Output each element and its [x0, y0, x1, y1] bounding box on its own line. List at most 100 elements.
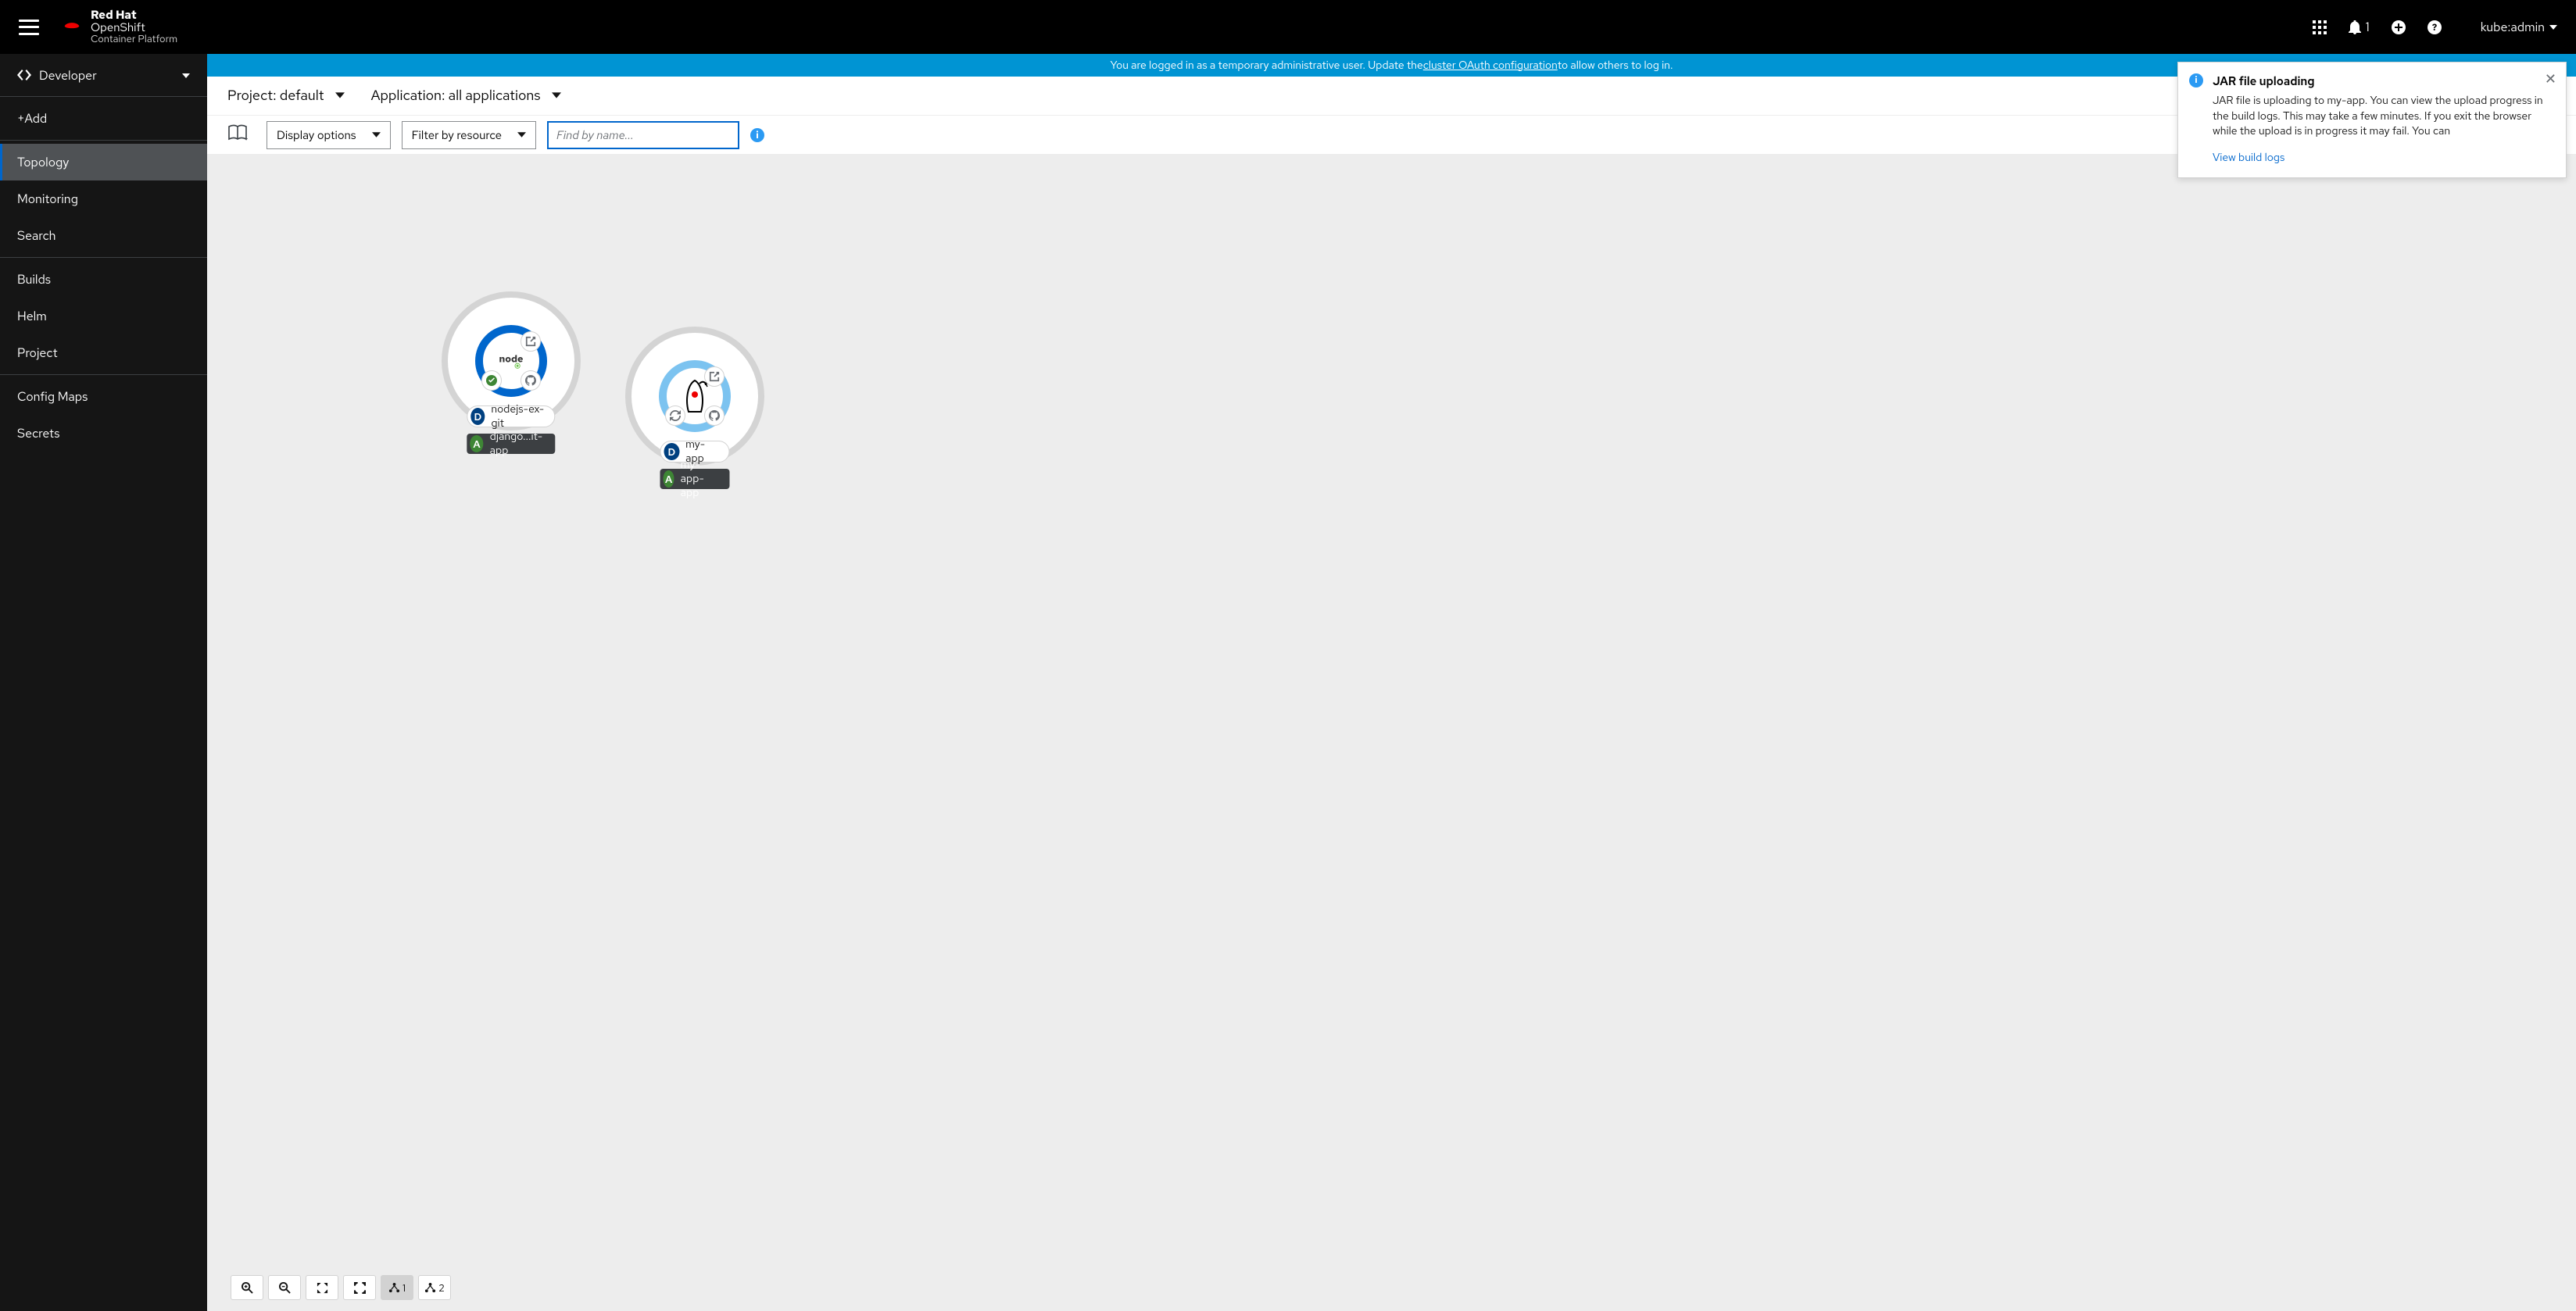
svg-text:?: ?	[2431, 21, 2437, 34]
application-badge: A	[664, 470, 674, 488]
node-a-name: nodejs-ex-git	[485, 402, 554, 430]
help-button[interactable]: ?	[2428, 20, 2442, 34]
plus-circle-icon	[2392, 20, 2406, 34]
deployment-badge: D	[470, 408, 485, 425]
add-button[interactable]	[2392, 20, 2406, 34]
info-icon: i	[2189, 73, 2203, 88]
layout-2-button[interactable]: 2	[418, 1275, 451, 1300]
caret-down-icon	[517, 127, 526, 143]
nav-builds[interactable]: Builds	[0, 261, 207, 298]
layout-2-label: 2	[438, 1281, 445, 1295]
notifications-button[interactable]: 1	[2349, 19, 2370, 35]
expand-arrows-icon	[317, 1282, 328, 1294]
group-a-app: django...it-app	[484, 430, 556, 458]
zoom-in-button[interactable]	[231, 1275, 263, 1300]
brand: Red Hat OpenShift Container Platform	[61, 9, 177, 45]
group-b-app-pill[interactable]: A my-app-app	[660, 469, 730, 489]
layout-1-button[interactable]: 1	[381, 1275, 413, 1300]
application-group-b[interactable]: D my-app A my-app-app	[625, 327, 764, 466]
banner-link[interactable]: cluster OAuth configuration	[1423, 59, 1558, 73]
sidebar-nav: +Add Topology Monitoring Search Builds H…	[0, 97, 207, 452]
nav-helm[interactable]: Helm	[0, 298, 207, 334]
nav-project[interactable]: Project	[0, 334, 207, 371]
topology-layout-icon	[424, 1282, 436, 1294]
nav-secrets[interactable]: Secrets	[0, 415, 207, 452]
username: kube:admin	[2481, 19, 2545, 35]
sidebar: Developer +Add Topology Monitoring Searc…	[0, 54, 207, 1311]
application-label: Application: all applications	[371, 87, 541, 105]
svg-text:+: +	[244, 134, 248, 142]
banner-pre: You are logged in as a temporary adminis…	[1111, 59, 1423, 73]
corners-icon	[354, 1282, 366, 1294]
app-launcher-button[interactable]	[2313, 20, 2327, 34]
external-link-icon	[525, 336, 536, 347]
build-status-decorator[interactable]	[665, 405, 685, 426]
node-b[interactable]	[659, 360, 731, 432]
nodejs-logo-icon: node	[492, 348, 531, 373]
github-icon	[525, 375, 536, 386]
toast-body: JAR file is uploading to my-app. You can…	[2213, 94, 2553, 140]
open-url-decorator[interactable]	[704, 366, 724, 387]
group-a-app-pill[interactable]: A django...it-app	[467, 434, 555, 454]
caret-down-icon	[335, 87, 345, 105]
zoom-in-icon	[242, 1282, 253, 1294]
display-options-label: Display options	[277, 127, 356, 143]
topology-canvas[interactable]: node D nodejs-ex-git A django...it-app	[207, 155, 2576, 1311]
zoom-out-icon	[279, 1282, 291, 1294]
external-link-icon	[709, 371, 720, 382]
toast-close-button[interactable]: ✕	[2545, 70, 2556, 88]
caret-down-icon	[182, 67, 190, 84]
group-b-app: my-app-app	[674, 458, 730, 500]
open-book-icon: +	[227, 123, 248, 142]
build-status-decorator[interactable]	[481, 370, 502, 391]
nav-monitoring[interactable]: Monitoring	[0, 180, 207, 217]
caret-down-icon	[552, 87, 561, 105]
svg-text:node: node	[499, 352, 524, 365]
nav-search[interactable]: Search	[0, 217, 207, 254]
display-options-dropdown[interactable]: Display options	[267, 121, 391, 149]
grid-icon	[2313, 20, 2327, 34]
open-url-decorator[interactable]	[521, 331, 541, 352]
source-decorator[interactable]	[704, 405, 724, 426]
hamburger-menu-button[interactable]	[19, 20, 39, 35]
application-group-a[interactable]: node D nodejs-ex-git A django...it-app	[442, 291, 581, 430]
toast-link[interactable]: View build logs	[2213, 151, 2284, 165]
info-icon[interactable]: i	[750, 128, 764, 142]
masthead-tools: 1 ? kube:admin	[2313, 19, 2557, 35]
zoom-out-button[interactable]	[268, 1275, 301, 1300]
topology-controls: 1 2	[231, 1275, 451, 1300]
node-a-name-pill[interactable]: D nodejs-ex-git	[467, 405, 555, 427]
filter-resource-dropdown[interactable]: Filter by resource	[402, 121, 536, 149]
redhat-logo-icon	[61, 16, 83, 38]
user-menu[interactable]: kube:admin	[2481, 19, 2557, 35]
find-by-name-input[interactable]	[547, 121, 739, 149]
masthead: Red Hat OpenShift Container Platform 1 ?…	[0, 0, 2576, 54]
node-a[interactable]: node	[475, 325, 547, 397]
filter-resource-label: Filter by resource	[412, 127, 502, 143]
catalog-shortcut-button[interactable]: +	[227, 123, 248, 146]
check-circle-icon	[486, 375, 497, 386]
notif-count: 1	[2366, 19, 2370, 35]
perspective-switcher[interactable]: Developer	[0, 54, 207, 97]
caret-down-icon	[2549, 23, 2557, 31]
project-selector[interactable]: Project: default	[227, 87, 345, 105]
project-label: Project: default	[227, 87, 324, 105]
nav-configmaps[interactable]: Config Maps	[0, 378, 207, 415]
topology-layout-icon	[388, 1282, 400, 1294]
application-badge: A	[470, 435, 483, 452]
reset-view-button[interactable]	[343, 1275, 376, 1300]
banner-post: to allow others to log in.	[1558, 59, 1673, 73]
perspective-label: Developer	[39, 67, 97, 84]
nav-add[interactable]: +Add	[0, 100, 207, 137]
github-icon	[709, 410, 720, 421]
layout-1-label: 1	[402, 1281, 406, 1295]
main: You are logged in as a temporary adminis…	[207, 54, 2576, 1311]
caret-down-icon	[372, 127, 381, 143]
nav-topology[interactable]: Topology	[0, 144, 207, 180]
fit-to-screen-button[interactable]	[306, 1275, 338, 1300]
application-selector[interactable]: Application: all applications	[371, 87, 561, 105]
question-circle-icon: ?	[2428, 20, 2442, 34]
source-decorator[interactable]	[521, 370, 541, 391]
upload-toast: i ✕ JAR file uploading JAR file is uploa…	[2177, 62, 2567, 178]
toast-title: JAR file uploading	[2213, 73, 2553, 89]
